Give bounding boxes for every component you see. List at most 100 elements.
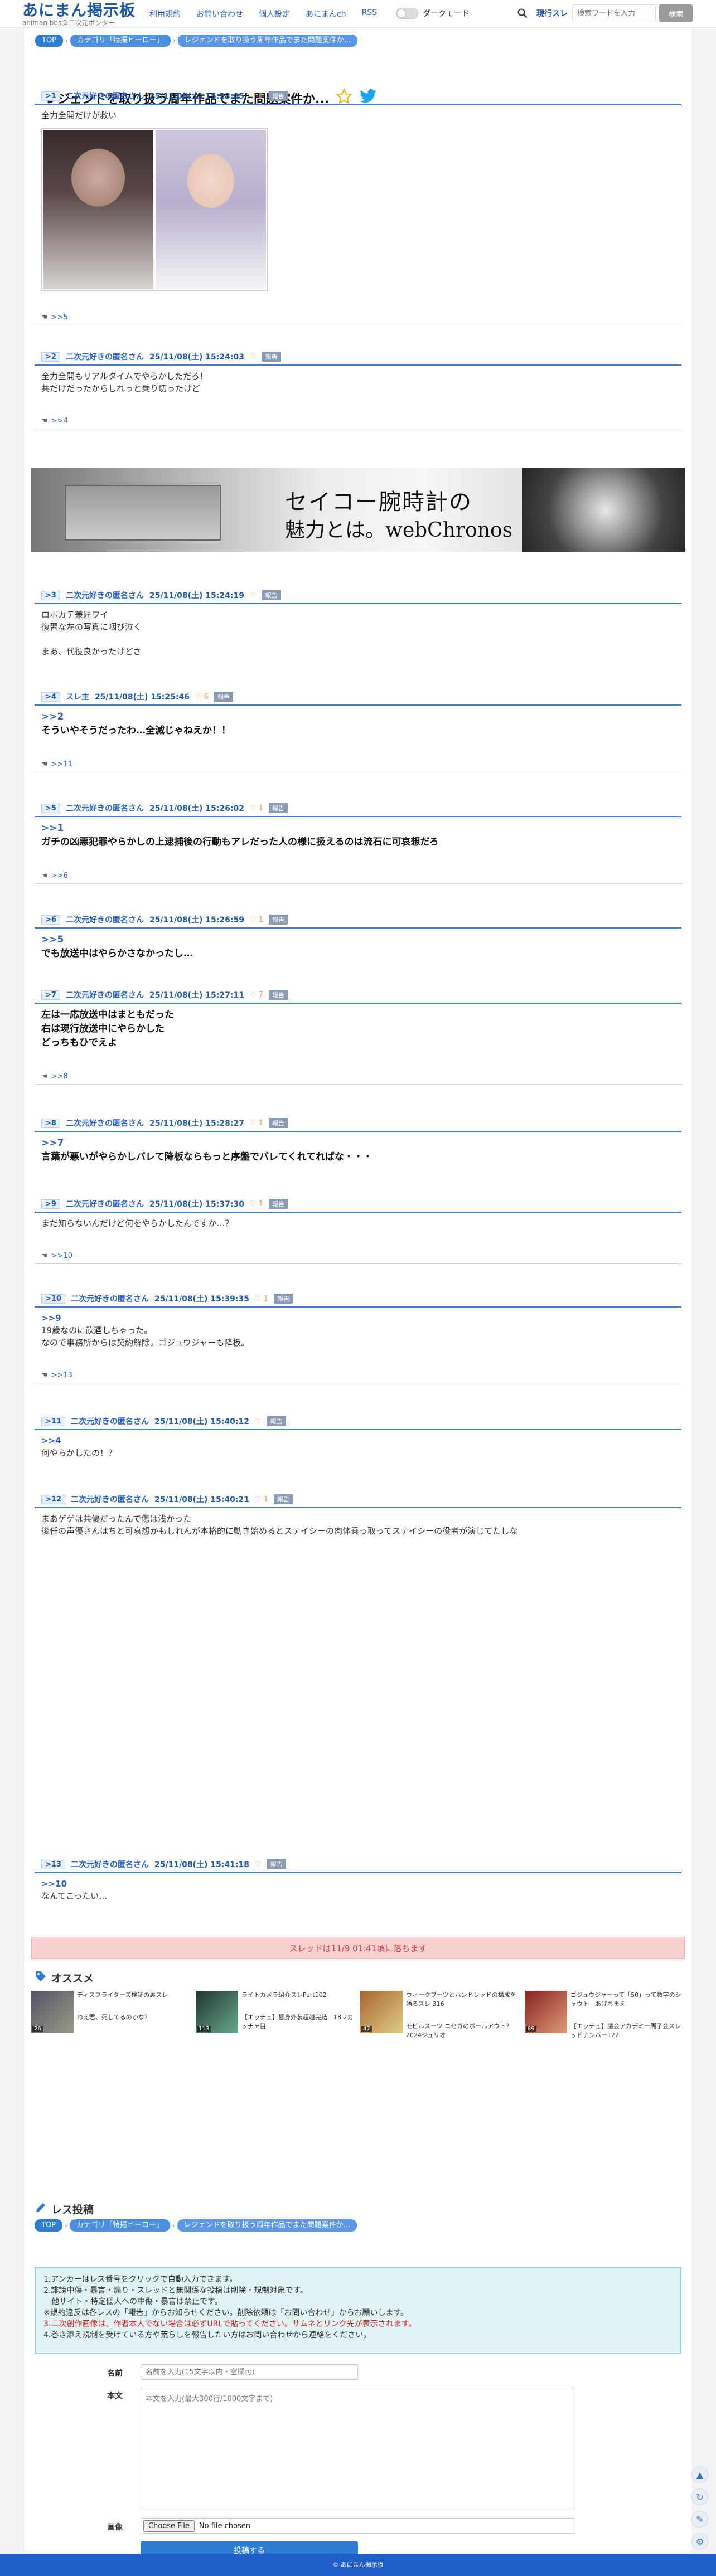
reply-anchor[interactable]: >>1 — [41, 822, 681, 835]
report-button[interactable]: 報告 — [269, 1199, 288, 1209]
report-button[interactable]: 報告 — [274, 1294, 293, 1304]
like-heart-icon[interactable]: ♡ — [255, 1417, 262, 1426]
breadcrumb-top[interactable]: TOP — [35, 35, 64, 47]
post-number[interactable]: >5 — [41, 803, 60, 813]
advertisement-banner[interactable]: セイコー腕時計の 魅力とは。webChronos — [31, 468, 685, 552]
report-button[interactable]: 報告 — [269, 803, 288, 813]
post-image-pair[interactable] — [41, 128, 268, 291]
post-header: >12 二次元好きの匿名さん 25/11/08(土) 15:40:21 ♡ 1 報告 — [35, 1494, 681, 1508]
post-number[interactable]: >2 — [41, 352, 60, 362]
reload-icon[interactable]: ↻ — [691, 2488, 708, 2505]
like-count: 7 — [258, 990, 264, 999]
ad-watch-image — [522, 468, 685, 552]
recommend-item[interactable]: 113 ライトカメラ紹介スレPart102 【エッチュ】篡身外装超越完結 18 2… — [196, 1991, 356, 2040]
like-heart-icon[interactable]: ♡ 1 — [250, 1200, 263, 1208]
post-author: 二次元好きの匿名さん — [65, 92, 144, 101]
reply-link[interactable]: ☚ >>6 — [35, 872, 681, 880]
post-number[interactable]: >3 — [41, 590, 60, 600]
post-number[interactable]: >7 — [41, 990, 60, 1000]
report-button[interactable]: 報告 — [269, 990, 288, 1000]
like-heart-icon[interactable]: ♡ — [255, 1860, 262, 1869]
post-header: >11 二次元好きの匿名さん 25/11/08(土) 15:40:12 ♡ 報告 — [35, 1416, 681, 1430]
post-header: >6 二次元好きの匿名さん 25/11/08(土) 15:26:59 ♡ 1 報告 — [35, 914, 681, 929]
like-heart-icon[interactable]: ♡ — [250, 353, 257, 361]
nav-contact[interactable]: お問い合わせ — [196, 8, 243, 20]
report-button[interactable]: 報告 — [267, 1416, 286, 1426]
post-number[interactable]: >4 — [41, 692, 60, 702]
report-button[interactable]: 報告 — [269, 915, 288, 925]
post-number[interactable]: >6 — [41, 915, 60, 925]
report-button[interactable]: 報告 — [214, 692, 234, 702]
like-heart-icon[interactable]: ♡ 1 — [250, 916, 263, 924]
report-button[interactable]: 報告 — [269, 1118, 288, 1128]
recommend-item[interactable]: 26 ディスフライターズ検証の裏スレ ねえ君、死してるのかな？ — [31, 1991, 191, 2040]
report-button[interactable]: 報告 — [262, 352, 281, 362]
name-input[interactable] — [141, 2364, 358, 2380]
breadcrumb-category[interactable]: カテゴリ「特撮ヒーロー」 — [69, 2219, 170, 2232]
like-heart-icon[interactable]: ♡ 1 — [250, 804, 263, 813]
post-number[interactable]: >10 — [41, 1294, 65, 1304]
nav-terms[interactable]: 利用規約 — [149, 8, 181, 20]
like-heart-icon[interactable]: ♡ 7 — [250, 991, 263, 999]
reply-link[interactable]: ☚ >>10 — [35, 1252, 681, 1260]
like-heart-icon[interactable]: ♡ 1 — [255, 1295, 268, 1303]
post-number[interactable]: >12 — [41, 1494, 65, 1504]
recommend-item[interactable]: 89 ゴジュウジャーって「50」って数字のシャウト あげちまえ 【エッチュ】議会ア… — [525, 1991, 685, 2040]
top-nav: 利用規約 お問い合わせ 個人設定 あにまんch RSS — [149, 8, 377, 20]
reply-link[interactable]: ☚ >>13 — [35, 1371, 681, 1379]
report-button[interactable]: 報告 — [262, 590, 281, 600]
reply-link[interactable]: ☚ >>11 — [35, 760, 681, 769]
post-text: でも放送中はやらかさなかったし… — [41, 948, 193, 959]
nav-rss[interactable]: RSS — [362, 8, 378, 20]
image-file-input[interactable]: Choose File No file chosen — [141, 2518, 575, 2534]
post-number[interactable]: >8 — [41, 1118, 60, 1128]
post-form-title: レス投稿 — [51, 2204, 94, 2216]
settings-gear-icon[interactable]: ⚙ — [691, 2533, 708, 2550]
reply-link[interactable]: ☚ >>5 — [35, 313, 681, 322]
like-heart-icon[interactable]: ♡ 1 — [250, 92, 263, 100]
post-number[interactable]: >1 — [41, 91, 60, 101]
report-button[interactable]: 報告 — [269, 91, 288, 101]
recommend-list: 26 ディスフライターズ検証の裏スレ ねえ君、死してるのかな？ 113 ライトカメ… — [31, 1991, 685, 2040]
post-text: 全力全開だけが救い — [41, 110, 117, 120]
reply-anchor[interactable]: >>2 — [41, 710, 681, 724]
report-button[interactable]: 報告 — [274, 1494, 293, 1504]
like-heart-icon[interactable]: ♡ — [250, 591, 257, 600]
report-button[interactable]: 報告 — [267, 1859, 286, 1869]
search-button[interactable]: 検索 — [659, 4, 693, 22]
post-author: 二次元好きの匿名さん — [70, 1417, 149, 1426]
site-logo[interactable]: あにまん掲示板 animan bbs@二次元ポンター — [22, 2, 136, 27]
breadcrumb-category[interactable]: カテゴリ「特撮ヒーロー」 — [70, 35, 171, 47]
reply-anchor[interactable]: >>10 — [41, 1878, 681, 1890]
breadcrumb-top[interactable]: TOP — [35, 2219, 63, 2232]
nav-animanch[interactable]: あにまんch — [306, 8, 346, 20]
nav-settings[interactable]: 個人設定 — [259, 8, 290, 20]
reply-anchor[interactable]: >>5 — [41, 933, 681, 947]
search-icon[interactable] — [513, 4, 532, 23]
body-textarea[interactable] — [141, 2388, 575, 2510]
dark-mode-toggle[interactable] — [396, 8, 418, 19]
search-input[interactable] — [572, 4, 656, 22]
reply-anchor[interactable]: >>4 — [41, 1435, 681, 1447]
breadcrumb-current[interactable]: レジェンドを取り扱う周年作品でまた問題案件か... — [177, 35, 358, 47]
like-heart-icon[interactable]: ♡ 1 — [255, 1495, 268, 1504]
search-scope[interactable]: 現行スレ — [532, 8, 572, 19]
recommend-item[interactable]: 47 ウィークブーツとハンドレッドの構成を語るスレ 316 モビルスーツ ニセガの… — [360, 1991, 520, 2040]
write-icon[interactable]: ✎ — [691, 2511, 708, 2528]
reply-link[interactable]: ☚ >>4 — [35, 417, 681, 425]
post-number[interactable]: >11 — [41, 1416, 65, 1426]
scroll-top-icon[interactable]: ▲ — [691, 2466, 708, 2483]
like-heart-icon[interactable]: ♡ 1 — [250, 1119, 263, 1127]
post-number[interactable]: >13 — [41, 1859, 65, 1869]
breadcrumb-current[interactable]: レジェンドを取り扱う周年作品でまた問題案件か... — [177, 2219, 357, 2232]
reply-arrow-icon: ☚ — [41, 1072, 48, 1081]
reply-anchor[interactable]: >>9 — [41, 1312, 681, 1324]
choose-file-button[interactable]: Choose File — [143, 2520, 195, 2532]
reply-link[interactable]: ☚ >>8 — [35, 1072, 681, 1081]
reply-link-text: >>11 — [51, 760, 72, 769]
recommend-thumbnail: 113 — [196, 1991, 238, 2033]
post-number[interactable]: >9 — [41, 1199, 60, 1209]
like-heart-icon[interactable]: ♡ 6 — [195, 693, 209, 701]
reply-anchor[interactable]: >>7 — [41, 1136, 681, 1150]
post-author: 二次元好きの匿名さん — [70, 1495, 149, 1504]
